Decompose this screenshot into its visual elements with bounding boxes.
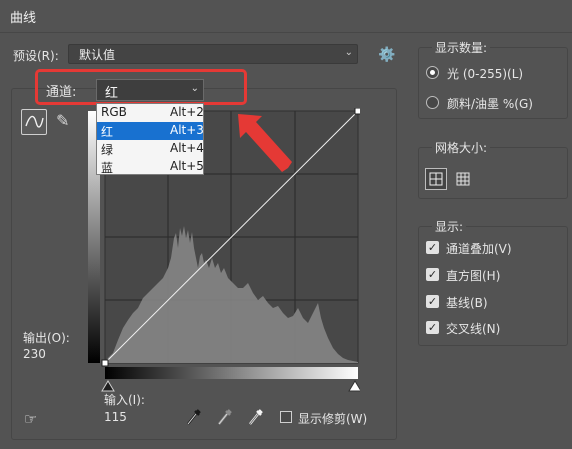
gray-eyedropper-icon[interactable] (217, 408, 233, 430)
channel-option-rgb[interactable]: RGB Alt+2 (97, 104, 204, 122)
window-title: 曲线 (10, 11, 37, 26)
input-value: 115 (104, 410, 127, 424)
white-eyedropper-icon[interactable] (248, 408, 264, 430)
show-clipping-checkbox[interactable] (280, 411, 292, 423)
output-value: 230 (23, 347, 46, 361)
channel-highlight-box (35, 69, 247, 105)
target-adjust-hand-icon[interactable]: ☞ (24, 410, 37, 428)
annotation-arrow (238, 114, 292, 172)
checkbox-channel-overlay[interactable]: ✓ (426, 241, 439, 254)
grid-detailed-button[interactable] (452, 168, 474, 190)
preset-label: 预设(R): (13, 49, 59, 63)
grid-simple-button[interactable] (425, 168, 447, 190)
channel-option-blue[interactable]: 蓝 Alt+5 (97, 158, 204, 176)
checkbox-histogram-label: 直方图(H) (446, 269, 501, 283)
checkbox-intersection[interactable]: ✓ (426, 321, 439, 334)
preset-select[interactable]: 默认值 ⌄ (68, 44, 358, 64)
input-label: 输入(I): (104, 393, 145, 407)
radio-pigment[interactable] (426, 96, 439, 109)
show-clipping-label: 显示修剪(W) (298, 412, 368, 426)
white-slider (348, 380, 360, 392)
gear-icon[interactable]: ⚙️ (378, 47, 395, 63)
channel-option-red[interactable]: 红 Alt+3 (97, 122, 204, 140)
output-label: 输出(O): (23, 331, 70, 345)
show-amount-title: 显示数量: (432, 39, 491, 56)
curve-point-black (101, 359, 109, 367)
radio-light[interactable] (426, 66, 439, 79)
show-options-title: 显示: (432, 218, 467, 235)
channel-option-green[interactable]: 绿 Alt+4 (97, 140, 204, 158)
input-gradient-bar (105, 367, 358, 379)
checkbox-baseline-label: 基线(B) (446, 296, 488, 310)
preset-value: 默认值 (79, 48, 116, 62)
checkbox-histogram[interactable]: ✓ (426, 268, 439, 281)
radio-light-label: 光 (0-255)(L) (447, 67, 524, 81)
grid-size-title: 网格大小: (432, 139, 491, 156)
radio-pigment-label: 颜料/油墨 %(G) (447, 97, 533, 111)
title-bar (0, 0, 572, 32)
checkbox-baseline[interactable]: ✓ (426, 295, 439, 308)
pencil-icon[interactable]: ✎ (56, 111, 69, 130)
black-eyedropper-icon[interactable] (186, 408, 202, 430)
title-divider (0, 32, 572, 33)
checkbox-intersection-label: 交叉线(N) (446, 322, 501, 336)
curve-point-white (354, 108, 360, 115)
black-slider (101, 380, 115, 392)
chevron-down-icon: ⌄ (344, 47, 353, 58)
curve-tool-icon[interactable] (21, 109, 47, 135)
checkbox-channel-overlay-label: 通道叠加(V) (446, 242, 512, 256)
channel-dropdown: RGB Alt+2 红 Alt+3 绿 Alt+4 蓝 Alt+5 (96, 103, 204, 175)
